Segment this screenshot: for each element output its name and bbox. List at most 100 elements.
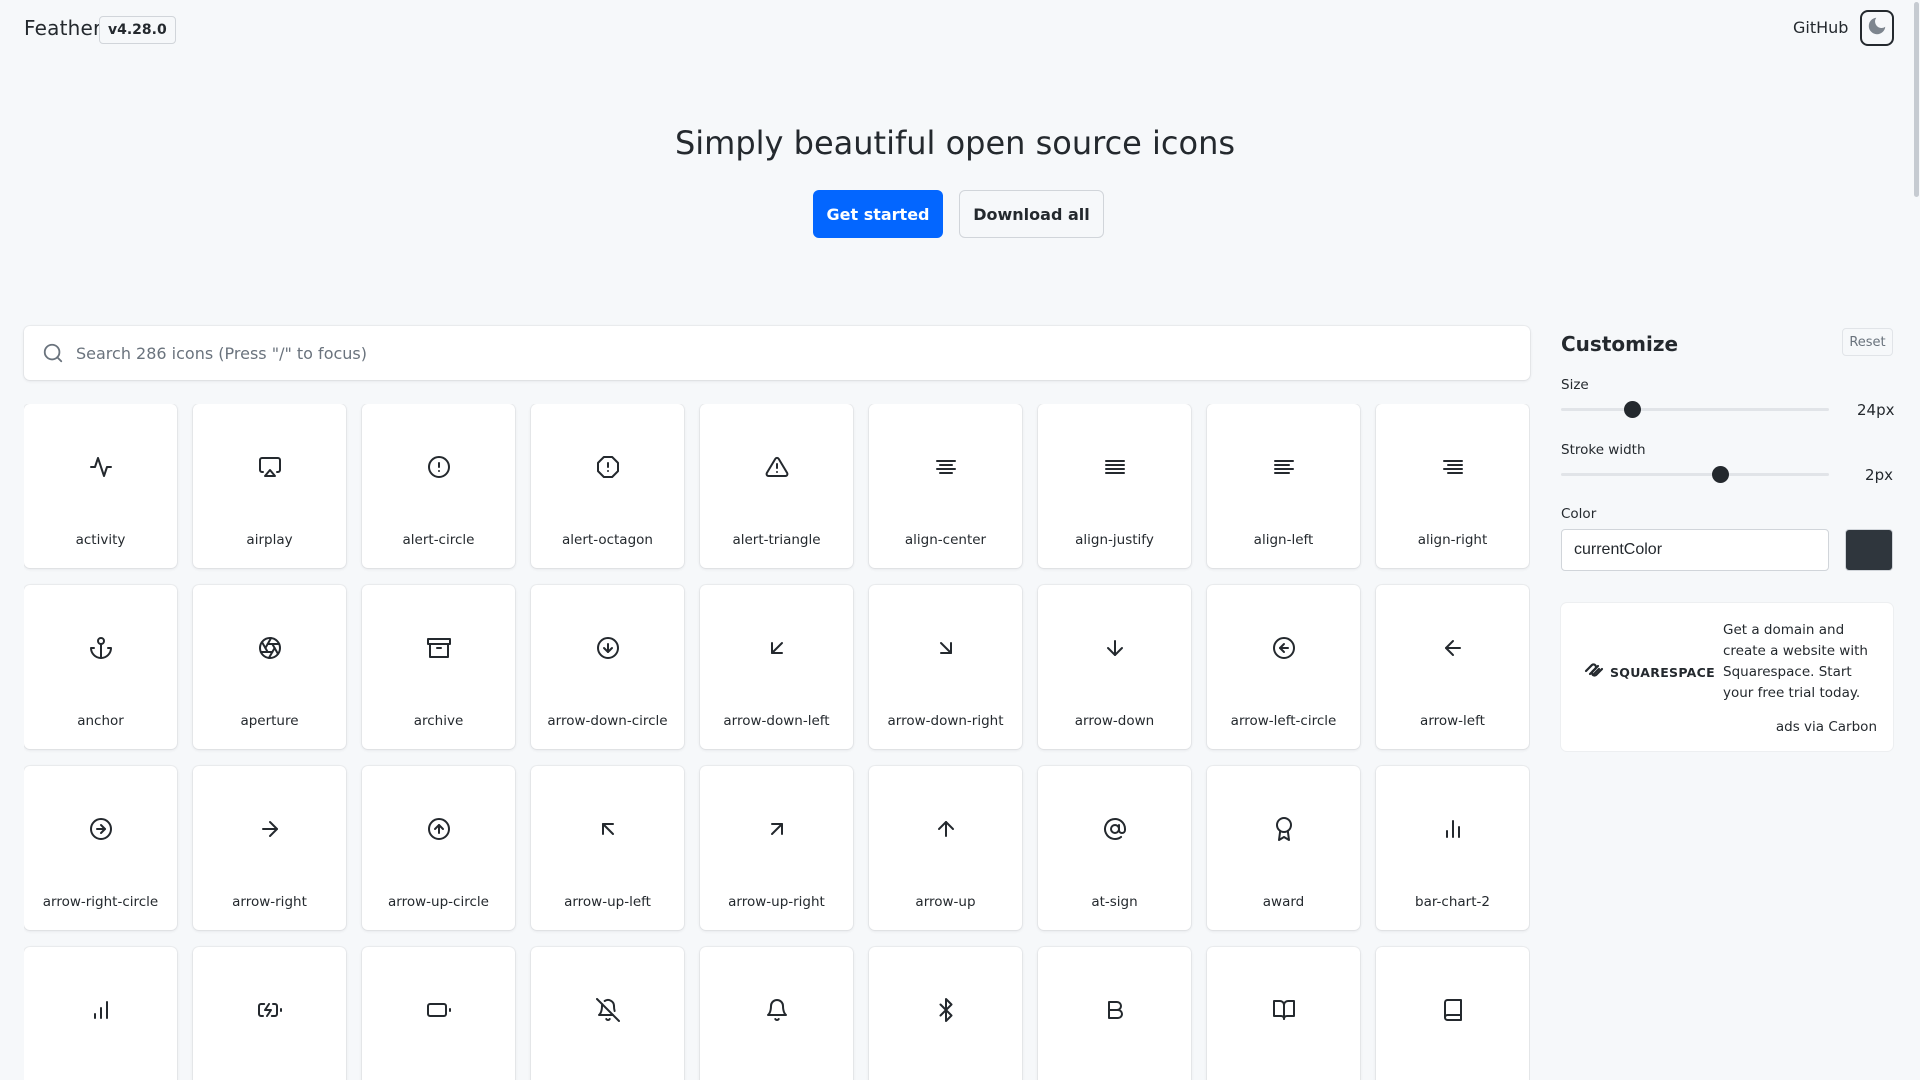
bar-chart-icon [24, 998, 177, 1022]
search-box[interactable] [24, 326, 1530, 380]
icon-card-alert-triangle[interactable]: alert-triangle [700, 404, 853, 568]
icon-card-align-justify[interactable]: align-justify [1038, 404, 1191, 568]
bell-icon [700, 998, 853, 1022]
icon-label: airplay [246, 532, 293, 548]
alert-circle-icon [362, 455, 515, 479]
icon-card-bell[interactable] [700, 947, 853, 1080]
icon-card-arrow-down[interactable]: arrow-down [1038, 585, 1191, 749]
icon-card-bluetooth[interactable] [869, 947, 1022, 1080]
stroke-width-value: 2px [1865, 466, 1893, 484]
icon-card-arrow-down-left[interactable]: arrow-down-left [700, 585, 853, 749]
icon-label: arrow-up [915, 894, 976, 910]
arrow-right-circle-icon [24, 817, 177, 841]
squarespace-logo[interactable]: SQUARESPACE [1583, 662, 1715, 682]
bold-icon [1038, 998, 1191, 1022]
arrow-up-right-icon [700, 817, 853, 841]
icon-card-arrow-up-right[interactable]: arrow-up-right [700, 766, 853, 930]
icon-card-bar-chart[interactable] [24, 947, 177, 1080]
arrow-down-icon [1038, 636, 1191, 660]
icon-card-arrow-right[interactable]: arrow-right [193, 766, 346, 930]
arrow-left-icon [1376, 636, 1529, 660]
icon-label: align-right [1417, 532, 1488, 548]
aperture-icon [193, 636, 346, 660]
icon-card-bell-off[interactable] [531, 947, 684, 1080]
arrow-up-left-icon [531, 817, 684, 841]
alert-triangle-icon [700, 455, 853, 479]
award-icon [1207, 817, 1360, 841]
color-swatch-button[interactable] [1845, 529, 1893, 571]
icon-card-book[interactable] [1376, 947, 1529, 1080]
icon-card-at-sign[interactable]: at-sign [1038, 766, 1191, 930]
icon-card-airplay[interactable]: airplay [193, 404, 346, 568]
icon-label: arrow-down-right [887, 713, 1004, 729]
icon-card-arrow-up[interactable]: arrow-up [869, 766, 1022, 930]
icon-label: align-left [1253, 532, 1314, 548]
reset-button[interactable]: Reset [1842, 328, 1893, 356]
icon-card-arrow-left[interactable]: arrow-left [1376, 585, 1529, 749]
icon-label: arrow-right-circle [42, 894, 159, 910]
color-input[interactable]: currentColor [1561, 529, 1829, 571]
book-open-icon [1207, 998, 1360, 1022]
icon-card-aperture[interactable]: aperture [193, 585, 346, 749]
icon-card-alert-octagon[interactable]: alert-octagon [531, 404, 684, 568]
icon-card-alert-circle[interactable]: alert-circle [362, 404, 515, 568]
squarespace-logo-icon [1583, 662, 1605, 682]
icon-card-bar-chart-2[interactable]: bar-chart-2 [1376, 766, 1529, 930]
icon-card-battery[interactable] [362, 947, 515, 1080]
version-badge[interactable]: v4.28.0 [99, 16, 176, 44]
icon-card-align-center[interactable]: align-center [869, 404, 1022, 568]
icon-label: award [1262, 894, 1305, 910]
stroke-slider-track [1561, 473, 1829, 476]
icon-label: alert-octagon [562, 532, 653, 548]
icon-card-arrow-up-circle[interactable]: arrow-up-circle [362, 766, 515, 930]
icon-label: arrow-down-left [723, 713, 830, 729]
icon-card-activity[interactable]: activity [24, 404, 177, 568]
icon-label: alert-triangle [732, 532, 821, 548]
icon-card-book-open[interactable] [1207, 947, 1360, 1080]
stroke-width-slider[interactable] [1561, 464, 1829, 484]
icon-card-award[interactable]: award [1207, 766, 1360, 930]
icon-card-arrow-right-circle[interactable]: arrow-right-circle [24, 766, 177, 930]
icon-card-archive[interactable]: archive [362, 585, 515, 749]
icon-card-anchor[interactable]: anchor [24, 585, 177, 749]
size-label: Size [1561, 377, 1589, 393]
ad-copy[interactable]: Get a domain and create a website with S… [1723, 620, 1883, 704]
arrow-up-circle-icon [362, 817, 515, 841]
icon-label: arrow-up-right [728, 894, 825, 910]
bell-off-icon [531, 998, 684, 1022]
arrow-up-icon [869, 817, 1022, 841]
icon-label: bar-chart-2 [1415, 894, 1490, 910]
icon-card-arrow-up-left[interactable]: arrow-up-left [531, 766, 684, 930]
size-slider[interactable] [1561, 399, 1829, 419]
icon-label: align-justify [1075, 532, 1154, 548]
download-all-button[interactable]: Download all [959, 190, 1104, 238]
icon-card-arrow-down-circle[interactable]: arrow-down-circle [531, 585, 684, 749]
scrollbar-thumb[interactable] [1914, 2, 1919, 197]
search-input[interactable] [76, 336, 1496, 370]
icon-card-arrow-down-right[interactable]: arrow-down-right [869, 585, 1022, 749]
icon-label: align-center [904, 532, 987, 548]
arrow-down-circle-icon [531, 636, 684, 660]
brand-name[interactable]: Feather [24, 16, 101, 40]
stroke-slider-thumb[interactable] [1712, 466, 1729, 483]
get-started-button[interactable]: Get started [813, 190, 943, 238]
ads-via-carbon-link[interactable]: ads via Carbon [1776, 719, 1877, 735]
icon-card-bold[interactable] [1038, 947, 1191, 1080]
github-link[interactable]: GitHub [1793, 18, 1848, 37]
icon-label: arrow-down-circle [547, 713, 668, 729]
size-slider-thumb[interactable] [1624, 401, 1641, 418]
activity-icon [24, 455, 177, 479]
archive-icon [362, 636, 515, 660]
icon-card-battery-charging[interactable] [193, 947, 346, 1080]
book-icon [1376, 998, 1529, 1022]
icon-label: arrow-right [232, 894, 307, 910]
size-slider-track [1561, 408, 1829, 411]
icon-label: activity [75, 532, 126, 548]
icon-grid: activity airplay alert-circle alert-octagon… [24, 404, 1530, 1080]
icon-card-arrow-left-circle[interactable]: arrow-left-circle [1207, 585, 1360, 749]
theme-toggle-button[interactable] [1860, 10, 1894, 46]
carbon-ad[interactable]: SQUARESPACE Get a domain and create a we… [1561, 603, 1893, 751]
icon-card-align-right[interactable]: align-right [1376, 404, 1529, 568]
icon-card-align-left[interactable]: align-left [1207, 404, 1360, 568]
at-sign-icon [1038, 817, 1191, 841]
